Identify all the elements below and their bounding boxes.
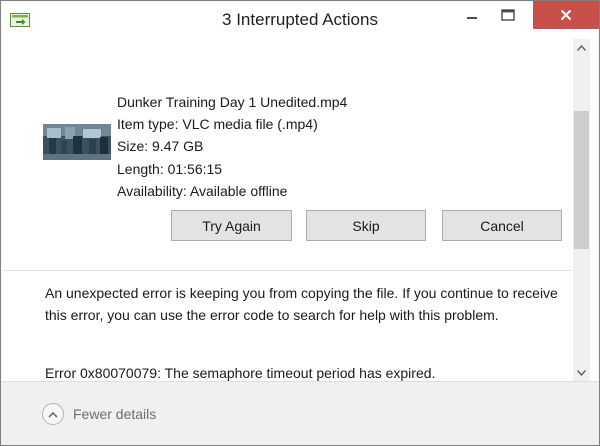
chevron-up-icon bbox=[42, 403, 64, 425]
section-divider bbox=[2, 270, 572, 271]
error-code: Error 0x80070079: The semaphore timeout … bbox=[45, 365, 436, 381]
scroll-up-arrow[interactable] bbox=[573, 39, 590, 56]
maximize-icon bbox=[501, 9, 515, 21]
scroll-down-icon bbox=[577, 369, 586, 376]
file-length: Length: 01:56:15 bbox=[117, 160, 223, 177]
file-type: Item type: VLC media file (.mp4) bbox=[117, 116, 318, 133]
vertical-scrollbar[interactable] bbox=[573, 39, 590, 381]
skip-button[interactable]: Skip bbox=[306, 210, 426, 241]
scrollbar-thumb[interactable] bbox=[574, 111, 589, 249]
dialog-content: Dunker Training Day 1 Unedited.mp4 Item … bbox=[2, 39, 572, 381]
close-icon bbox=[560, 9, 572, 21]
try-again-button[interactable]: Try Again bbox=[171, 210, 292, 241]
fewer-details-button[interactable]: Fewer details bbox=[42, 403, 156, 425]
scroll-up-icon bbox=[577, 44, 586, 51]
dialog-window: 3 Interrupted Actions Dunker Training Da… bbox=[0, 0, 600, 446]
dialog-footer: Fewer details bbox=[1, 381, 599, 445]
cancel-button[interactable]: Cancel bbox=[442, 210, 562, 241]
file-availability: Availability: Available offline bbox=[117, 182, 288, 199]
file-name: Dunker Training Day 1 Unedited.mp4 bbox=[117, 94, 348, 110]
file-info: Dunker Training Day 1 Unedited.mp4 Item … bbox=[117, 91, 347, 202]
close-button[interactable] bbox=[533, 1, 599, 29]
title-bar[interactable]: 3 Interrupted Actions bbox=[1, 1, 599, 39]
video-thumbnail bbox=[43, 124, 111, 160]
fewer-details-label: Fewer details bbox=[73, 406, 157, 422]
file-size: Size: 9.47 GB bbox=[117, 138, 204, 155]
error-message: An unexpected error is keeping you from … bbox=[45, 285, 558, 323]
scroll-down-arrow[interactable] bbox=[573, 364, 590, 381]
minimize-icon bbox=[467, 17, 477, 19]
minimize-button[interactable] bbox=[454, 1, 490, 29]
maximize-button[interactable] bbox=[490, 1, 526, 29]
